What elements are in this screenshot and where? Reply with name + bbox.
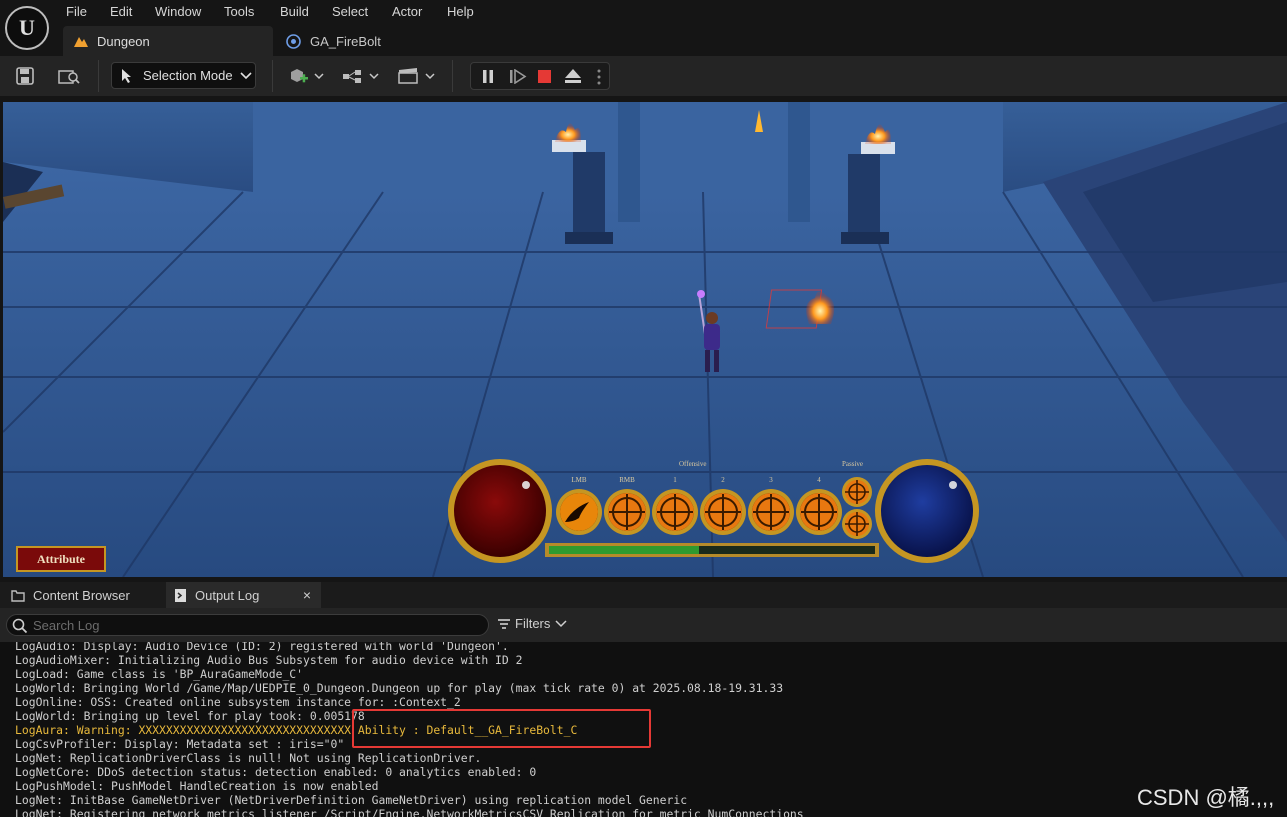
passive-label: Passive [842, 460, 863, 468]
browse-icon[interactable] [56, 64, 82, 88]
menu-edit[interactable]: Edit [110, 4, 132, 19]
game-viewport[interactable]: LMB RMB 1 2 3 4 Offensive Passive Attribute [3, 102, 1287, 577]
cursor-icon [122, 68, 131, 83]
ability-slot-3[interactable] [699, 488, 747, 536]
tab-output-log[interactable]: Output Log × [166, 582, 321, 608]
menu-help[interactable]: Help [447, 4, 474, 19]
menu-actor[interactable]: Actor [392, 4, 422, 19]
selection-mode-label: Selection Mode [143, 68, 233, 83]
eject-icon[interactable] [564, 68, 582, 85]
filters-label: Filters [515, 616, 551, 631]
tab-ga-firebolt[interactable]: GA_FireBolt [278, 26, 428, 56]
slot-label-2: 1 [673, 476, 677, 484]
ability-slot-4[interactable] [747, 488, 795, 536]
search-log-input[interactable]: Search Log [6, 614, 489, 636]
slot-label-0: LMB [571, 476, 587, 484]
filter-icon [498, 618, 510, 629]
menu-tools[interactable]: Tools [224, 4, 254, 19]
selection-mode-dropdown[interactable]: Selection Mode [111, 62, 256, 89]
blueprint-icon [286, 33, 301, 49]
ability-slot-1[interactable] [603, 488, 651, 536]
more-options-icon[interactable] [596, 68, 602, 86]
slot-label-1: RMB [619, 476, 635, 484]
log-line: LogAudioMixer: Initializing Audio Bus Su… [15, 653, 523, 667]
log-line: LogNet: Registering network metrics list… [15, 807, 804, 817]
log-line: LogWorld: Bringing World /Game/Map/UEDPI… [15, 681, 784, 695]
level-icon [74, 37, 88, 47]
ability-slot-2[interactable] [651, 488, 699, 536]
filters-dropdown[interactable]: Filters [497, 616, 567, 631]
offensive-label: Offensive [679, 460, 707, 468]
chevron-down-icon [240, 71, 252, 79]
save-icon[interactable] [12, 64, 38, 88]
log-line: LogWorld: Bringing up level for play too… [15, 709, 365, 723]
slot-label-5: 4 [817, 476, 821, 484]
log-line: LogCsvProfiler: Display: Metadata set : … [15, 737, 345, 751]
log-line: LogNet: ReplicationDriverClass is null! … [15, 751, 482, 765]
tab-output-log-label: Output Log [195, 587, 260, 603]
log-line: LogOnline: OSS: Created online subsystem… [15, 695, 461, 709]
pause-icon[interactable] [481, 69, 495, 84]
log-line: LogPushModel: PushModel HandleCreation i… [15, 779, 379, 793]
ability-slot-5[interactable] [795, 488, 843, 536]
firebolt-ability-slot[interactable] [555, 488, 603, 536]
attribute-button[interactable]: Attribute [16, 546, 106, 572]
tab-content-browser[interactable]: Content Browser [3, 582, 163, 608]
frame-skip-icon[interactable] [509, 69, 527, 84]
log-line: LogNetCore: DDoS detection status: detec… [15, 765, 537, 779]
log-line: LogLoad: Game class is 'BP_AuraGameMode_… [15, 667, 304, 681]
log-line: LogAudio: Display: Audio Device (ID: 2) … [15, 642, 509, 653]
folder-icon [11, 589, 25, 602]
play-controls [470, 62, 610, 90]
tab-dungeon-label: Dungeon [97, 33, 150, 49]
passive-slot-0[interactable] [841, 476, 873, 508]
panel-tab-bar: Content Browser Output Log × [0, 582, 1287, 608]
menu-window[interactable]: Window [155, 4, 201, 19]
stop-icon[interactable] [537, 69, 552, 84]
passive-slot-1[interactable] [841, 508, 873, 540]
blueprint-menu-icon[interactable] [340, 64, 380, 88]
menu-build[interactable]: Build [280, 4, 309, 19]
log-line: LogNet: InitBase GameNetDriver (NetDrive… [15, 793, 688, 807]
menu-select[interactable]: Select [332, 4, 368, 19]
chevron-down-icon [555, 619, 567, 627]
tab-content-browser-label: Content Browser [33, 587, 130, 603]
watermark: CSDN @橘.,,, [1137, 785, 1275, 810]
log-icon [175, 588, 186, 602]
close-icon[interactable]: × [303, 587, 311, 603]
slot-label-3: 2 [721, 476, 725, 484]
cinematics-icon[interactable] [396, 64, 436, 88]
unreal-logo-icon[interactable]: U [5, 6, 49, 50]
menu-bar: U File Edit Window Tools Build Select Ac… [0, 0, 1287, 56]
tab-ga-firebolt-label: GA_FireBolt [310, 33, 381, 49]
add-actor-icon[interactable] [286, 64, 326, 88]
tab-dungeon[interactable]: Dungeon [63, 26, 273, 56]
slot-label-4: 3 [769, 476, 773, 484]
highlight-box [352, 709, 651, 748]
search-icon [12, 618, 28, 634]
menu-file[interactable]: File [66, 4, 87, 19]
